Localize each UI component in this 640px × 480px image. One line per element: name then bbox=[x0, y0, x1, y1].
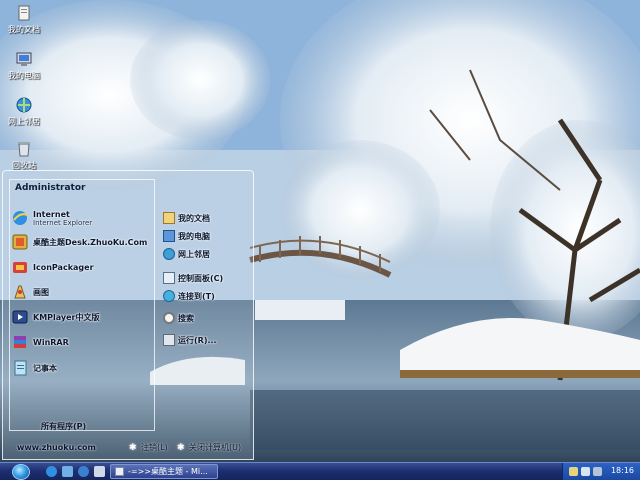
connect-icon bbox=[163, 290, 175, 302]
start-button[interactable] bbox=[12, 464, 30, 480]
folder-icon bbox=[163, 212, 175, 224]
place-label: 网上邻居 bbox=[178, 249, 210, 259]
shutdown-icon: ✱ bbox=[177, 442, 185, 453]
place-label: 控制面板(C) bbox=[178, 273, 224, 283]
tray-network-icon[interactable] bbox=[581, 467, 590, 476]
paint-icon bbox=[14, 285, 26, 299]
desktop-icon-label: 回收站 bbox=[12, 161, 36, 170]
site-link[interactable]: www.zhuoku.com bbox=[17, 443, 96, 452]
place-control-panel[interactable]: 控制面板(C) bbox=[163, 269, 223, 287]
program-label: 画图 bbox=[33, 287, 49, 297]
computer-icon bbox=[163, 230, 175, 242]
program-label: Internet bbox=[33, 209, 70, 219]
quick-launch-ie-icon[interactable] bbox=[46, 466, 57, 477]
place-connect-to[interactable]: 连接到(T) bbox=[163, 287, 215, 305]
place-my-documents[interactable]: 我的文档 bbox=[163, 209, 210, 227]
program-label: 桌酷主题Desk.ZhuoKu.Com bbox=[33, 237, 148, 247]
program-internet-explorer[interactable]: Internet Internet Explorer bbox=[11, 207, 92, 229]
desktop-icon-label: 我的电脑 bbox=[8, 71, 40, 80]
desktop-icon-my-computer[interactable]: 我的电脑 bbox=[2, 50, 46, 81]
taskbar-window-button[interactable]: -=>>桌酷主题 - Mi... bbox=[110, 464, 218, 479]
zhuoku-theme-icon bbox=[12, 234, 28, 250]
network-icon bbox=[163, 248, 175, 260]
program-sublabel: Internet Explorer bbox=[33, 218, 93, 227]
recycle-bin-icon bbox=[18, 142, 30, 157]
program-label: IconPackager bbox=[33, 262, 94, 272]
start-menu-footer: www.zhuoku.com ✱ 注销(L) ✱ 关闭计算机(U) bbox=[3, 439, 253, 459]
place-label: 我的文档 bbox=[178, 213, 210, 223]
program-kmplayer[interactable]: KMPlayer中文版 bbox=[11, 306, 100, 328]
place-label: 运行(R)... bbox=[178, 335, 217, 345]
program-label: 记事本 bbox=[33, 363, 57, 373]
place-run[interactable]: 运行(R)... bbox=[163, 331, 217, 349]
run-icon bbox=[163, 334, 175, 346]
quick-launch-desktop-icon[interactable] bbox=[62, 466, 73, 477]
tray-volume-icon[interactable] bbox=[593, 467, 602, 476]
place-my-computer[interactable]: 我的电脑 bbox=[163, 227, 210, 245]
start-menu-user-name: Administrator bbox=[15, 183, 86, 193]
notepad-icon bbox=[14, 360, 27, 376]
network-places-icon bbox=[16, 97, 32, 113]
search-icon bbox=[163, 312, 175, 324]
taskbar-window-label: -=>>桌酷主题 - Mi... bbox=[128, 467, 208, 476]
iconpackager-icon bbox=[13, 262, 27, 273]
my-computer-icon bbox=[16, 52, 32, 66]
taskbar: -=>>桌酷主题 - Mi... 18:16 bbox=[0, 462, 640, 480]
control-panel-icon bbox=[163, 272, 175, 284]
program-zhuoku-theme[interactable]: 桌酷主题Desk.ZhuoKu.Com bbox=[11, 231, 147, 253]
desktop-icon-recycle-bin[interactable]: 回收站 bbox=[2, 140, 46, 171]
program-label: WinRAR bbox=[33, 337, 69, 347]
place-search[interactable]: 搜索 bbox=[163, 309, 194, 327]
logoff-icon: ✱ bbox=[129, 442, 137, 453]
winrar-icon bbox=[14, 336, 26, 348]
place-label: 搜索 bbox=[178, 313, 194, 323]
desktop-icon-label: 我的文档 bbox=[8, 25, 40, 34]
start-menu: Administrator Internet Internet Explorer … bbox=[2, 170, 254, 460]
shutdown-label: 关闭计算机(U) bbox=[189, 443, 242, 452]
shutdown-button[interactable]: ✱ 关闭计算机(U) bbox=[177, 442, 241, 453]
program-iconpackager[interactable]: IconPackager bbox=[11, 256, 94, 278]
system-tray: 18:16 bbox=[562, 463, 640, 480]
desktop-icon-network-places[interactable]: 网上邻居 bbox=[2, 96, 46, 127]
quick-launch-explorer-icon[interactable] bbox=[94, 466, 105, 477]
place-label: 我的电脑 bbox=[178, 231, 210, 241]
window-icon bbox=[115, 467, 124, 476]
quick-launch-media-icon[interactable] bbox=[78, 466, 89, 477]
all-programs-button[interactable]: 所有程序(P) bbox=[41, 421, 86, 432]
program-paint[interactable]: 画图 bbox=[11, 281, 49, 303]
logoff-label: 注销(L) bbox=[141, 443, 168, 452]
program-winrar[interactable]: WinRAR bbox=[11, 331, 69, 353]
my-documents-icon bbox=[18, 5, 30, 21]
desktop-icon-my-documents[interactable]: 我的文档 bbox=[2, 4, 46, 35]
clock[interactable]: 18:16 bbox=[611, 466, 634, 475]
kmplayer-icon bbox=[12, 310, 28, 324]
logoff-button[interactable]: ✱ 注销(L) bbox=[129, 442, 168, 453]
program-notepad[interactable]: 记事本 bbox=[11, 357, 57, 379]
internet-explorer-icon bbox=[13, 211, 28, 225]
place-network[interactable]: 网上邻居 bbox=[163, 245, 210, 263]
place-label: 连接到(T) bbox=[178, 291, 215, 301]
desktop-icon-label: 网上邻居 bbox=[8, 117, 40, 126]
tray-user-icon[interactable] bbox=[569, 467, 578, 476]
program-label: KMPlayer中文版 bbox=[33, 312, 100, 322]
